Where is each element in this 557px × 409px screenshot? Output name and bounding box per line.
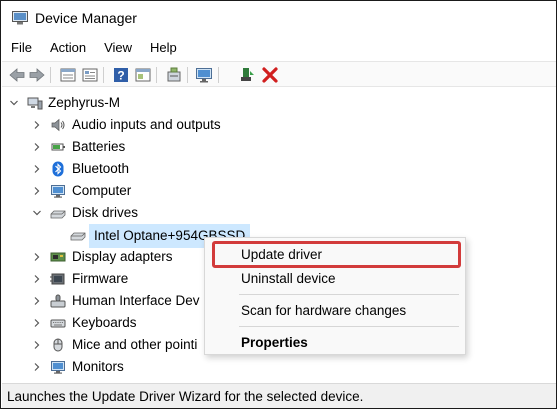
back-icon[interactable] bbox=[8, 66, 26, 84]
speaker-icon bbox=[51, 118, 65, 132]
menu-separator bbox=[239, 326, 459, 327]
tree-item-label: Bluetooth bbox=[72, 161, 130, 176]
update-driver-icon[interactable] bbox=[238, 66, 256, 84]
chevron-right-icon[interactable] bbox=[32, 274, 42, 284]
toolbar: ? bbox=[2, 61, 556, 87]
chevron-right-icon[interactable] bbox=[32, 164, 42, 174]
tree-item-label: Disk drives bbox=[72, 205, 139, 220]
svg-text:?: ? bbox=[117, 69, 124, 83]
action-view-icon[interactable] bbox=[134, 66, 152, 84]
toolbar-separator bbox=[103, 67, 104, 83]
chevron-down-icon[interactable] bbox=[32, 208, 42, 218]
uninstall-device-menu-item[interactable]: Uninstall device bbox=[241, 271, 336, 286]
tree-item-label: Display adapters bbox=[72, 249, 173, 264]
tree-item-label: Mice and other pointi bbox=[72, 337, 198, 352]
device-manager-window: Device Manager File Action View Help ? Z… bbox=[0, 0, 557, 409]
uninstall-icon[interactable] bbox=[261, 66, 279, 84]
tree-item-label: Audio inputs and outputs bbox=[72, 117, 221, 132]
properties-icon[interactable] bbox=[81, 66, 99, 84]
tree-item-batteries[interactable]: Batteries bbox=[2, 136, 556, 158]
status-bar: Launches the Update Driver Wizard for th… bbox=[2, 383, 556, 408]
toolbar-separator bbox=[187, 67, 188, 83]
context-menu: Update driver Uninstall device Scan for … bbox=[204, 237, 466, 355]
disk-drive-icon bbox=[70, 232, 86, 241]
toolbar-separator bbox=[156, 67, 157, 83]
menu-separator bbox=[239, 294, 459, 295]
device-manager-icon bbox=[12, 11, 28, 25]
menu-help[interactable]: Help bbox=[140, 37, 185, 59]
chevron-right-icon[interactable] bbox=[32, 318, 42, 328]
update-driver-menu-item[interactable]: Update driver bbox=[241, 247, 322, 262]
computer-icon bbox=[27, 97, 43, 110]
properties-menu-item[interactable]: Properties bbox=[241, 335, 308, 350]
tree-item-label: Computer bbox=[72, 183, 132, 198]
tree-root[interactable]: Zephyrus-M bbox=[2, 92, 556, 114]
tree-item-label: Keyboards bbox=[72, 315, 137, 330]
tree-item-monitors[interactable]: Monitors bbox=[2, 356, 556, 378]
device-view-icon[interactable] bbox=[59, 66, 77, 84]
forward-icon[interactable] bbox=[28, 66, 46, 84]
mouse-icon bbox=[53, 338, 63, 352]
tree-item-disk-drives[interactable]: Disk drives bbox=[2, 202, 556, 224]
menu-action[interactable]: Action bbox=[40, 37, 94, 59]
bluetooth-icon bbox=[52, 161, 64, 177]
menu-view[interactable]: View bbox=[94, 37, 140, 59]
chevron-down-icon[interactable] bbox=[9, 98, 19, 108]
tree-item-computer[interactable]: Computer bbox=[2, 180, 556, 202]
chevron-right-icon[interactable] bbox=[32, 120, 42, 130]
battery-icon bbox=[51, 143, 65, 151]
display-adapter-icon bbox=[50, 252, 66, 262]
chevron-right-icon[interactable] bbox=[32, 340, 42, 350]
tree-item-label: Firmware bbox=[72, 271, 129, 286]
chevron-right-icon[interactable] bbox=[32, 362, 42, 372]
title-bar: Device Manager bbox=[2, 2, 556, 35]
menu-file[interactable]: File bbox=[2, 37, 40, 59]
tree-item-label: Monitors bbox=[72, 359, 124, 374]
help-icon[interactable]: ? bbox=[112, 66, 130, 84]
window-title: Device Manager bbox=[35, 10, 137, 26]
toolbar-separator bbox=[50, 67, 51, 83]
scan-hardware-menu-item[interactable]: Scan for hardware changes bbox=[241, 303, 406, 318]
hid-icon bbox=[50, 294, 66, 308]
tree-item-audio[interactable]: Audio inputs and outputs bbox=[2, 114, 556, 136]
scan-hardware-icon[interactable] bbox=[165, 66, 183, 84]
computer-icon bbox=[51, 185, 65, 198]
menu-bar: File Action View Help bbox=[2, 37, 185, 59]
toolbar-separator bbox=[218, 67, 219, 83]
chevron-right-icon[interactable] bbox=[32, 142, 42, 152]
keyboard-icon bbox=[50, 319, 66, 328]
tree-item-label: Human Interface Dev bbox=[72, 293, 200, 308]
tree-item-bluetooth[interactable]: Bluetooth bbox=[2, 158, 556, 180]
disk-drive-icon bbox=[50, 210, 66, 219]
monitor-icon bbox=[51, 361, 65, 374]
chevron-right-icon[interactable] bbox=[32, 296, 42, 306]
chevron-right-icon[interactable] bbox=[32, 186, 42, 196]
firmware-icon bbox=[50, 273, 65, 285]
chevron-right-icon[interactable] bbox=[32, 252, 42, 262]
tree-item-label: Batteries bbox=[72, 139, 126, 154]
monitor-icon[interactable] bbox=[195, 66, 213, 84]
tree-root-label: Zephyrus-M bbox=[48, 95, 121, 110]
status-text: Launches the Update Driver Wizard for th… bbox=[7, 389, 364, 404]
